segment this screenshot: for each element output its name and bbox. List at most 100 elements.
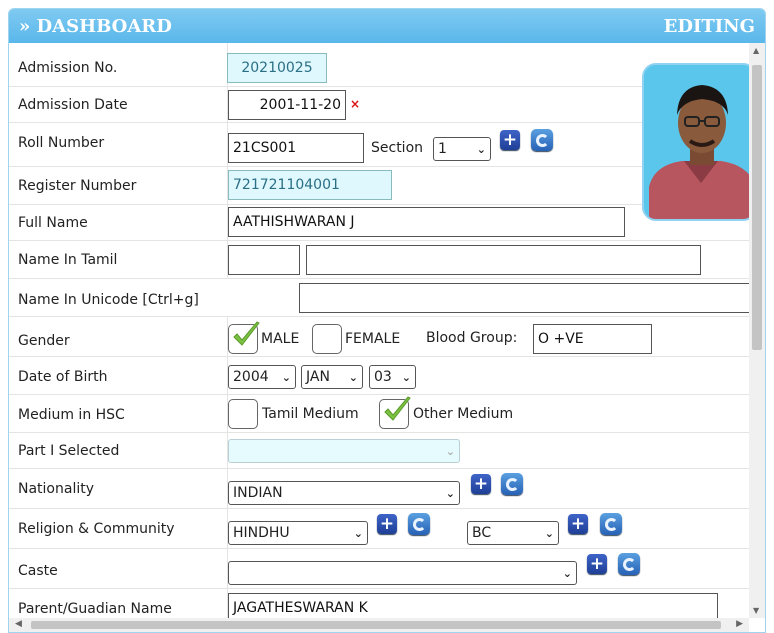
chevron-down-icon: ⌄	[476, 142, 486, 156]
gender-label: Gender	[18, 333, 70, 349]
plus-icon: +	[589, 553, 605, 574]
admission-date-field[interactable]: 2001-11-20	[228, 90, 346, 120]
row-medium-hsc: Medium in HSC Tamil Medium Other Medium	[9, 395, 751, 433]
refresh-caste-button[interactable]	[618, 553, 640, 575]
checkmark-icon	[384, 396, 411, 421]
add-community-button[interactable]: +	[568, 514, 588, 534]
admission-no-label: Admission No.	[18, 60, 118, 76]
section-select[interactable]: 1 ⌄	[433, 137, 491, 161]
refresh-icon	[622, 557, 636, 571]
chevron-down-icon: ⌄	[445, 486, 455, 500]
blood-group-field[interactable]: O +VE	[533, 324, 652, 354]
admission-no-field[interactable]: 20210025	[227, 53, 327, 83]
other-medium-checkbox[interactable]	[379, 396, 411, 429]
refresh-nationality-button[interactable]	[501, 473, 523, 495]
row-nationality: Nationality INDIAN ⌄ +	[9, 469, 751, 509]
dob-year-select[interactable]: 2004 ⌄	[228, 365, 296, 389]
male-label: MALE	[261, 331, 300, 347]
refresh-community-button[interactable]	[600, 513, 622, 535]
dob-label: Date of Birth	[18, 369, 108, 385]
medium-hsc-label: Medium in HSC	[18, 407, 125, 423]
chevron-down-icon: ⌄	[401, 370, 411, 384]
nationality-label: Nationality	[18, 481, 95, 497]
chevron-down-icon: ⌄	[445, 444, 455, 458]
row-admission-date: Admission Date 2001-11-20 ×	[9, 87, 751, 123]
row-admission-no: Admission No. 20210025	[9, 43, 751, 87]
nationality-select[interactable]: INDIAN ⌄	[228, 481, 460, 505]
roll-number-field[interactable]: 21CS001	[228, 133, 364, 163]
full-name-label: Full Name	[18, 215, 88, 231]
scroll-up-icon[interactable]: ▲	[753, 46, 759, 55]
row-dob: Date of Birth 2004 ⌄ JAN ⌄ 03 ⌄	[9, 357, 751, 395]
male-checkbox[interactable]	[228, 321, 260, 354]
plus-icon: +	[570, 513, 586, 534]
row-name-tamil: Name In Tamil	[9, 241, 751, 279]
scroll-right-icon[interactable]: ▶	[736, 619, 743, 629]
religion-community-label: Religion & Community	[18, 521, 175, 537]
scroll-left-icon[interactable]: ◀	[15, 619, 22, 629]
chevron-down-icon: ⌄	[353, 526, 363, 540]
community-select[interactable]: BC ⌄	[467, 521, 559, 545]
refresh-religion-button[interactable]	[408, 513, 430, 535]
student-photo	[642, 63, 757, 221]
part1-label: Part I Selected	[18, 443, 120, 459]
religion-select[interactable]: HINDHU ⌄	[228, 521, 368, 545]
refresh-icon	[535, 133, 549, 147]
refresh-icon	[412, 517, 426, 531]
chevron-down-icon: ⌄	[348, 370, 358, 384]
chevron-down-icon: ⌄	[281, 370, 291, 384]
tamil-medium-checkbox[interactable]	[228, 399, 258, 429]
checkmark-icon	[233, 321, 260, 346]
dob-day-select[interactable]: 03 ⌄	[369, 365, 416, 389]
vertical-scroll-thumb[interactable]	[752, 65, 762, 350]
add-caste-button[interactable]: +	[587, 554, 607, 574]
refresh-icon	[505, 477, 519, 491]
chevron-down-icon: ⌄	[544, 526, 554, 540]
name-unicode-label: Name In Unicode [Ctrl+g]	[18, 292, 199, 308]
name-tamil-field-2[interactable]	[306, 245, 701, 275]
section-label: Section	[371, 140, 424, 156]
row-register-number: Register Number 721721104001	[9, 167, 751, 205]
editing-status: EDITING	[663, 15, 755, 37]
row-caste: Caste ⌄ +	[9, 549, 751, 589]
dob-month-select[interactable]: JAN ⌄	[301, 365, 363, 389]
chevron-down-icon: ⌄	[562, 566, 572, 580]
register-number-label: Register Number	[18, 178, 137, 194]
panel-header: » DASHBOARD EDITING	[9, 9, 765, 43]
female-label: FEMALE	[345, 331, 401, 347]
name-unicode-field[interactable]	[299, 283, 751, 313]
horizontal-scrollbar[interactable]: ◀ ▶	[9, 618, 749, 632]
form-area: Admission No. 20210025 Admission Date 20…	[9, 43, 765, 632]
add-religion-button[interactable]: +	[377, 514, 397, 534]
register-number-field[interactable]: 721721104001	[228, 170, 392, 200]
parent-label: Parent/Guadian Name	[18, 601, 172, 617]
caste-label: Caste	[18, 563, 58, 579]
plus-icon: +	[502, 129, 518, 150]
add-section-button[interactable]: +	[500, 130, 520, 150]
roll-number-label: Roll Number	[18, 135, 105, 151]
female-checkbox[interactable]	[312, 324, 342, 354]
tamil-medium-label: Tamil Medium	[262, 406, 359, 422]
refresh-section-button[interactable]	[531, 129, 553, 151]
required-icon: ×	[350, 97, 361, 111]
caste-select[interactable]: ⌄	[228, 561, 577, 585]
name-tamil-label: Name In Tamil	[18, 252, 118, 268]
row-full-name: Full Name AATHISHWARAN J	[9, 205, 751, 241]
blood-group-label: Blood Group:	[426, 330, 518, 346]
admission-date-label: Admission Date	[18, 97, 128, 113]
vertical-scrollbar[interactable]: ▲ ▼	[749, 43, 765, 618]
row-religion-community: Religion & Community HINDHU ⌄ + BC ⌄ +	[9, 509, 751, 549]
horizontal-scroll-thumb[interactable]	[31, 621, 721, 629]
student-photo-image	[644, 65, 755, 219]
full-name-field[interactable]: AATHISHWARAN J	[228, 207, 625, 237]
row-name-unicode: Name In Unicode [Ctrl+g]	[9, 279, 751, 317]
refresh-icon	[604, 517, 618, 531]
row-gender: Gender MALE FEMALE Blood Group: O +VE	[9, 317, 751, 357]
scroll-down-icon[interactable]: ▼	[753, 606, 759, 615]
row-part1: Part I Selected ⌄	[9, 433, 751, 469]
add-nationality-button[interactable]: +	[471, 474, 491, 494]
other-medium-label: Other Medium	[413, 406, 514, 422]
name-tamil-field-1[interactable]	[228, 245, 300, 275]
part1-select[interactable]: ⌄	[228, 439, 460, 463]
dashboard-title: » DASHBOARD	[19, 15, 172, 37]
